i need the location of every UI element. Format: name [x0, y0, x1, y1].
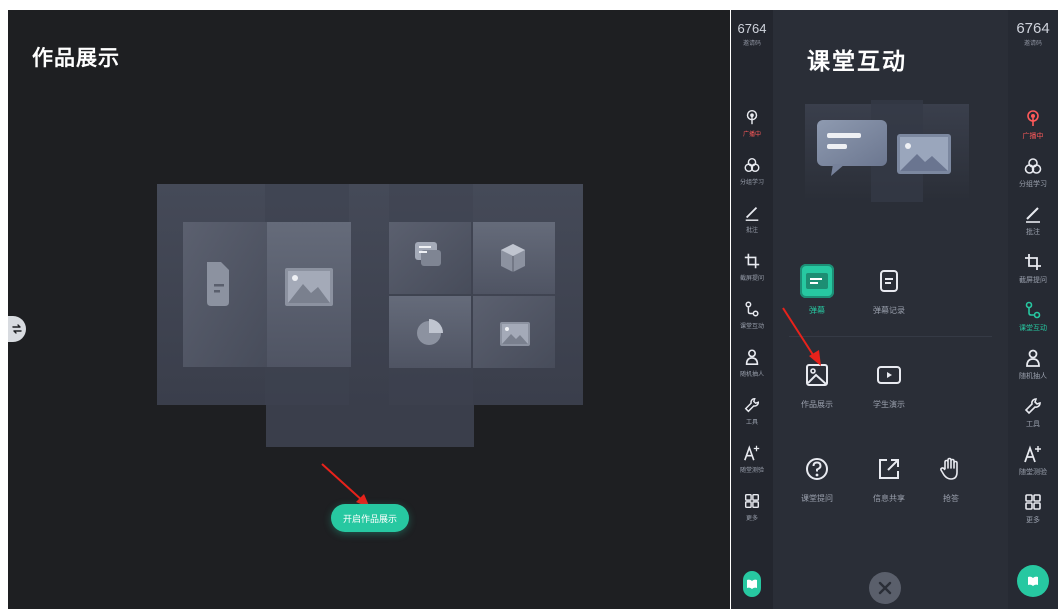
invite-code-label: 邀请码 [742, 41, 761, 47]
annotate-pen-icon [1026, 207, 1040, 223]
question-icon [806, 458, 828, 480]
invite-code: 6764 [737, 21, 767, 36]
book-icon [1028, 576, 1038, 586]
share-icon [879, 459, 899, 479]
broadcast-icon [1027, 110, 1039, 126]
toolbar-item-more[interactable]: 更多 [731, 492, 773, 540]
more-grid-icon [744, 493, 760, 509]
toolbar-item-label: 批注 [745, 228, 758, 234]
close-panel-button[interactable] [869, 572, 901, 604]
toolbar-item-label: 课堂互动 [1019, 325, 1047, 332]
toolbar-item-label: 更多 [1026, 517, 1040, 524]
document-icon [207, 262, 229, 306]
classroom-interaction-panel: 课堂互动 弹幕 弹幕记录 作品展示 学生演示 课堂提问 信息共享 抢答 [773, 10, 1008, 609]
toolbar-item-annotate[interactable]: 批注 [731, 204, 773, 252]
wrench-icon [1024, 398, 1041, 415]
toolbar-item-classroom-interaction[interactable]: 课堂互动 [1008, 300, 1058, 348]
toolbar-item-label: 截屏提问 [1019, 277, 1047, 284]
book-button[interactable] [743, 571, 761, 597]
toolbar-item-random-pick[interactable]: 随机抽人 [731, 348, 773, 396]
toolbar-item-label: 随机抽人 [1019, 373, 1047, 380]
tool-label: 抢答 [943, 494, 959, 503]
close-icon [878, 581, 892, 595]
toolbar-item-label: 随堂测验 [739, 468, 764, 474]
group-learning-icon [744, 157, 760, 173]
tool-label: 弹幕记录 [873, 306, 905, 315]
tool-label: 学生演示 [873, 400, 905, 409]
interaction-illustration [805, 100, 969, 202]
toolbar-item-quiz[interactable]: 随堂测验 [731, 444, 773, 492]
toolbar-item-more[interactable]: 更多 [1008, 492, 1058, 540]
toolbar-item-quiz[interactable]: 随堂测验 [1008, 444, 1058, 492]
toolbar-item-classroom-interaction[interactable]: 课堂互动 [731, 300, 773, 348]
tool-quick-answer[interactable]: 抢答 [919, 452, 983, 504]
pointer-arrow [782, 307, 821, 366]
toolbar-item-label: 截屏提问 [739, 276, 764, 282]
toolbar-item-label: 工具 [745, 420, 758, 426]
monitor-stand [266, 405, 474, 447]
more-grid-icon [1025, 494, 1041, 510]
crop-icon [744, 253, 760, 269]
swap-arrows-icon [12, 324, 22, 334]
toolbar-item-annotate[interactable]: 批注 [1008, 204, 1058, 252]
toolbar-item-label: 课堂互动 [739, 324, 764, 330]
start-works-display-button[interactable]: 开启作品展示 [331, 504, 409, 532]
book-icon [747, 579, 757, 589]
toolbar-item-label: 更多 [745, 516, 758, 522]
random-pick-icon [1026, 349, 1040, 367]
toolbar-item-label: 随机抽人 [739, 372, 764, 378]
raise-hand-icon [940, 457, 958, 480]
tool-info-share[interactable]: 信息共享 [857, 452, 921, 504]
toolbar-item-label: 批注 [1026, 229, 1040, 236]
toolbar-item-label: 广播中 [1022, 133, 1044, 140]
danmaku-record-icon [880, 270, 898, 292]
toolbar-item-screenshot-question[interactable]: 截屏提问 [1008, 252, 1058, 300]
invite-code-label: 邀请码 [1023, 41, 1042, 47]
danmaku-icon-wrap [800, 264, 834, 298]
book-button[interactable] [1017, 565, 1049, 597]
group-learning-icon [1024, 158, 1042, 174]
image-icon [500, 322, 530, 346]
interaction-icon [745, 301, 759, 317]
image-icon [897, 134, 951, 174]
danmaku-icon [806, 273, 828, 289]
tool-classroom-question[interactable]: 课堂提问 [785, 452, 849, 504]
tool-label: 作品展示 [801, 400, 833, 409]
tool-label: 信息共享 [873, 494, 905, 503]
toolbar-item-label: 随堂测验 [1019, 469, 1047, 476]
toolbar-item-screenshot-question[interactable]: 截屏提问 [731, 252, 773, 300]
broadcast-icon [746, 109, 758, 125]
toolbar-item-broadcast[interactable]: 广播中 [731, 108, 773, 156]
tool-danmaku-record[interactable]: 弹幕记录 [857, 264, 921, 316]
swap-toggle-button[interactable] [8, 316, 26, 342]
quiz-icon [1024, 445, 1041, 463]
works-display-illustration [157, 184, 583, 405]
toolbar-item-tools[interactable]: 工具 [731, 396, 773, 444]
side-toolbar: 6764 邀请码 广播中 分组学习 批注 截屏提问 课堂互动 随机抽人 工具 随… [1008, 10, 1058, 609]
student-demo-icon [877, 366, 901, 384]
random-pick-icon [745, 349, 759, 366]
stage-title: 作品展示 [32, 47, 120, 70]
quiz-icon [744, 445, 760, 461]
side-toolbar-mini: 6764 邀请码 广播中 分组学习 批注 截屏提问 课堂互动 随机抽人 工具 随… [731, 10, 773, 609]
toolbar-item-broadcast[interactable]: 广播中 [1008, 108, 1058, 156]
tool-label: 课堂提问 [801, 494, 833, 503]
tool-student-demo[interactable]: 学生演示 [857, 358, 921, 410]
toolbar-item-group-learning[interactable]: 分组学习 [1008, 156, 1058, 204]
toolbar-item-random-pick[interactable]: 随机抽人 [1008, 348, 1058, 396]
toolbar-item-label: 广播中 [742, 132, 761, 138]
toolbar-item-tools[interactable]: 工具 [1008, 396, 1058, 444]
image-icon [285, 268, 333, 306]
crop-icon [1025, 254, 1041, 270]
invite-code: 6764 [1016, 20, 1050, 37]
wrench-icon [744, 397, 760, 413]
toolbar-item-group-learning[interactable]: 分组学习 [731, 156, 773, 204]
toolbar-item-label: 工具 [1026, 421, 1040, 428]
annotate-pen-icon [745, 206, 759, 221]
toolbar-item-label: 分组学习 [739, 180, 764, 186]
works-display-stage: 作品展示 开启作品展示 [8, 10, 730, 609]
panel-title: 课堂互动 [807, 48, 907, 74]
toolbar-item-label: 分组学习 [1019, 181, 1047, 188]
interaction-icon [1025, 301, 1041, 319]
